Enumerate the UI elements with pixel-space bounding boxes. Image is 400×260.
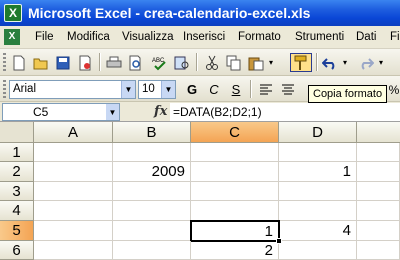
column-header-a[interactable]: A: [34, 122, 113, 143]
row-header-1[interactable]: 1: [0, 143, 34, 162]
toolbar-separator: [250, 80, 251, 98]
redo-dropdown-icon[interactable]: ▾: [376, 53, 386, 72]
column-header-b[interactable]: B: [113, 122, 191, 143]
menu-visualizza[interactable]: Visualizza: [122, 31, 174, 43]
cell-c5[interactable]: 1: [190, 220, 280, 242]
paste-icon[interactable]: [246, 53, 266, 72]
row-header-6[interactable]: 6: [0, 241, 34, 260]
cell-e2[interactable]: [357, 162, 400, 182]
cell-c3[interactable]: [191, 182, 279, 201]
formula-input[interactable]: =DATA(B2;D2;1): [170, 103, 400, 121]
cell-c2[interactable]: [191, 162, 279, 182]
format-painter-tooltip: Copia formato: [308, 85, 388, 103]
cell-d6[interactable]: [279, 241, 357, 260]
bold-button[interactable]: G: [182, 80, 202, 99]
menu-file[interactable]: File: [35, 31, 54, 43]
formula-bar: C5 ▼ fx =DATA(B2;D2;1): [0, 102, 400, 122]
cell-b5[interactable]: [113, 221, 191, 241]
column-header-d[interactable]: D: [279, 122, 357, 143]
cell-c1[interactable]: [191, 143, 279, 162]
copy-icon[interactable]: [224, 53, 244, 72]
permission-icon[interactable]: [75, 53, 95, 72]
cell-a3[interactable]: [34, 182, 113, 201]
row-header-4[interactable]: 4: [0, 201, 34, 221]
new-icon[interactable]: [9, 53, 29, 72]
cell-d2[interactable]: 1: [279, 162, 357, 182]
font-size-value: 10: [142, 83, 155, 95]
worksheet-grid: A B C D 1 2 3 4 5 6 2009 1 1 4 2: [0, 122, 400, 260]
menu-dati[interactable]: Dati: [356, 31, 376, 43]
cell-a6[interactable]: [34, 241, 113, 260]
cell-a2[interactable]: [34, 162, 113, 182]
cell-c6[interactable]: 2: [191, 241, 279, 260]
window-title: Microsoft Excel - crea-calendario-excel.…: [28, 5, 311, 21]
toolbar-separator: [99, 53, 100, 71]
cell-b1[interactable]: [113, 143, 191, 162]
toolbar-separator: [316, 53, 317, 71]
italic-button[interactable]: C: [204, 80, 224, 99]
cell-a1[interactable]: [34, 143, 113, 162]
chevron-down-icon[interactable]: ▼: [161, 81, 175, 98]
redo-icon[interactable]: [356, 53, 376, 72]
align-center-icon[interactable]: [278, 80, 298, 99]
select-all-corner[interactable]: [0, 122, 34, 143]
toolbar-grip[interactable]: [3, 80, 6, 99]
cell-e6[interactable]: [357, 241, 400, 260]
undo-dropdown-icon[interactable]: ▾: [340, 53, 350, 72]
format-painter-icon[interactable]: [290, 53, 312, 72]
cell-a4[interactable]: [34, 201, 113, 221]
cut-icon[interactable]: [202, 53, 222, 72]
title-bar: X Microsoft Excel - crea-calendario-exce…: [0, 0, 400, 26]
toolbar-separator: [196, 53, 197, 71]
underline-button[interactable]: S: [226, 80, 246, 99]
standard-toolbar: ABC ▾ ▾ ▾: [0, 49, 400, 76]
cell-c4[interactable]: [191, 201, 279, 221]
cell-b2[interactable]: 2009: [113, 162, 191, 182]
align-left-icon[interactable]: [256, 80, 276, 99]
cell-e3[interactable]: [357, 182, 400, 201]
insert-function-icon[interactable]: fx: [154, 104, 167, 119]
open-icon[interactable]: [31, 53, 51, 72]
name-box[interactable]: C5 ▼: [2, 103, 120, 121]
cell-e1[interactable]: [357, 143, 400, 162]
spelling-icon[interactable]: ABC: [150, 53, 170, 72]
cell-d3[interactable]: [279, 182, 357, 201]
column-header-c[interactable]: C: [191, 122, 279, 143]
cell-d5[interactable]: 4: [279, 221, 357, 241]
cell-d1[interactable]: [279, 143, 357, 162]
row-header-3[interactable]: 3: [0, 182, 34, 201]
paste-dropdown-icon[interactable]: ▾: [266, 53, 276, 72]
excel-app-icon[interactable]: X: [4, 4, 22, 22]
name-box-value: C5: [33, 105, 49, 119]
menu-finestra[interactable]: Fi: [390, 31, 400, 43]
save-icon[interactable]: [53, 53, 73, 72]
menu-strumenti[interactable]: Strumenti: [295, 31, 344, 43]
cell-b3[interactable]: [113, 182, 191, 201]
column-header-e[interactable]: [357, 122, 400, 143]
menu-bar: X File Modifica Visualizza Inserisci For…: [0, 26, 400, 49]
print-preview-icon[interactable]: [126, 53, 146, 72]
menu-formato[interactable]: Formato: [238, 31, 281, 43]
font-size-select[interactable]: 10 ▼: [138, 80, 176, 99]
fill-handle[interactable]: [276, 238, 282, 244]
undo-icon[interactable]: [320, 53, 340, 72]
cell-e5[interactable]: [357, 221, 400, 241]
font-name-select[interactable]: Arial ▼: [9, 80, 136, 99]
cell-b6[interactable]: [113, 241, 191, 260]
cell-d4[interactable]: [279, 201, 357, 221]
menu-modifica[interactable]: Modifica: [67, 31, 110, 43]
chevron-down-icon[interactable]: ▼: [106, 104, 119, 120]
row-header-2[interactable]: 2: [0, 162, 34, 182]
row-header-5[interactable]: 5: [0, 221, 34, 241]
workbook-icon[interactable]: X: [4, 29, 20, 45]
cell-b4[interactable]: [113, 201, 191, 221]
research-icon[interactable]: [172, 53, 192, 72]
print-icon[interactable]: [104, 53, 124, 72]
toolbar-grip[interactable]: [3, 53, 6, 72]
menu-inserisci[interactable]: Inserisci: [183, 31, 225, 43]
cell-a5[interactable]: [34, 221, 113, 241]
chevron-down-icon[interactable]: ▼: [121, 81, 135, 98]
cell-e4[interactable]: [357, 201, 400, 221]
font-name-value: Arial: [13, 83, 37, 95]
